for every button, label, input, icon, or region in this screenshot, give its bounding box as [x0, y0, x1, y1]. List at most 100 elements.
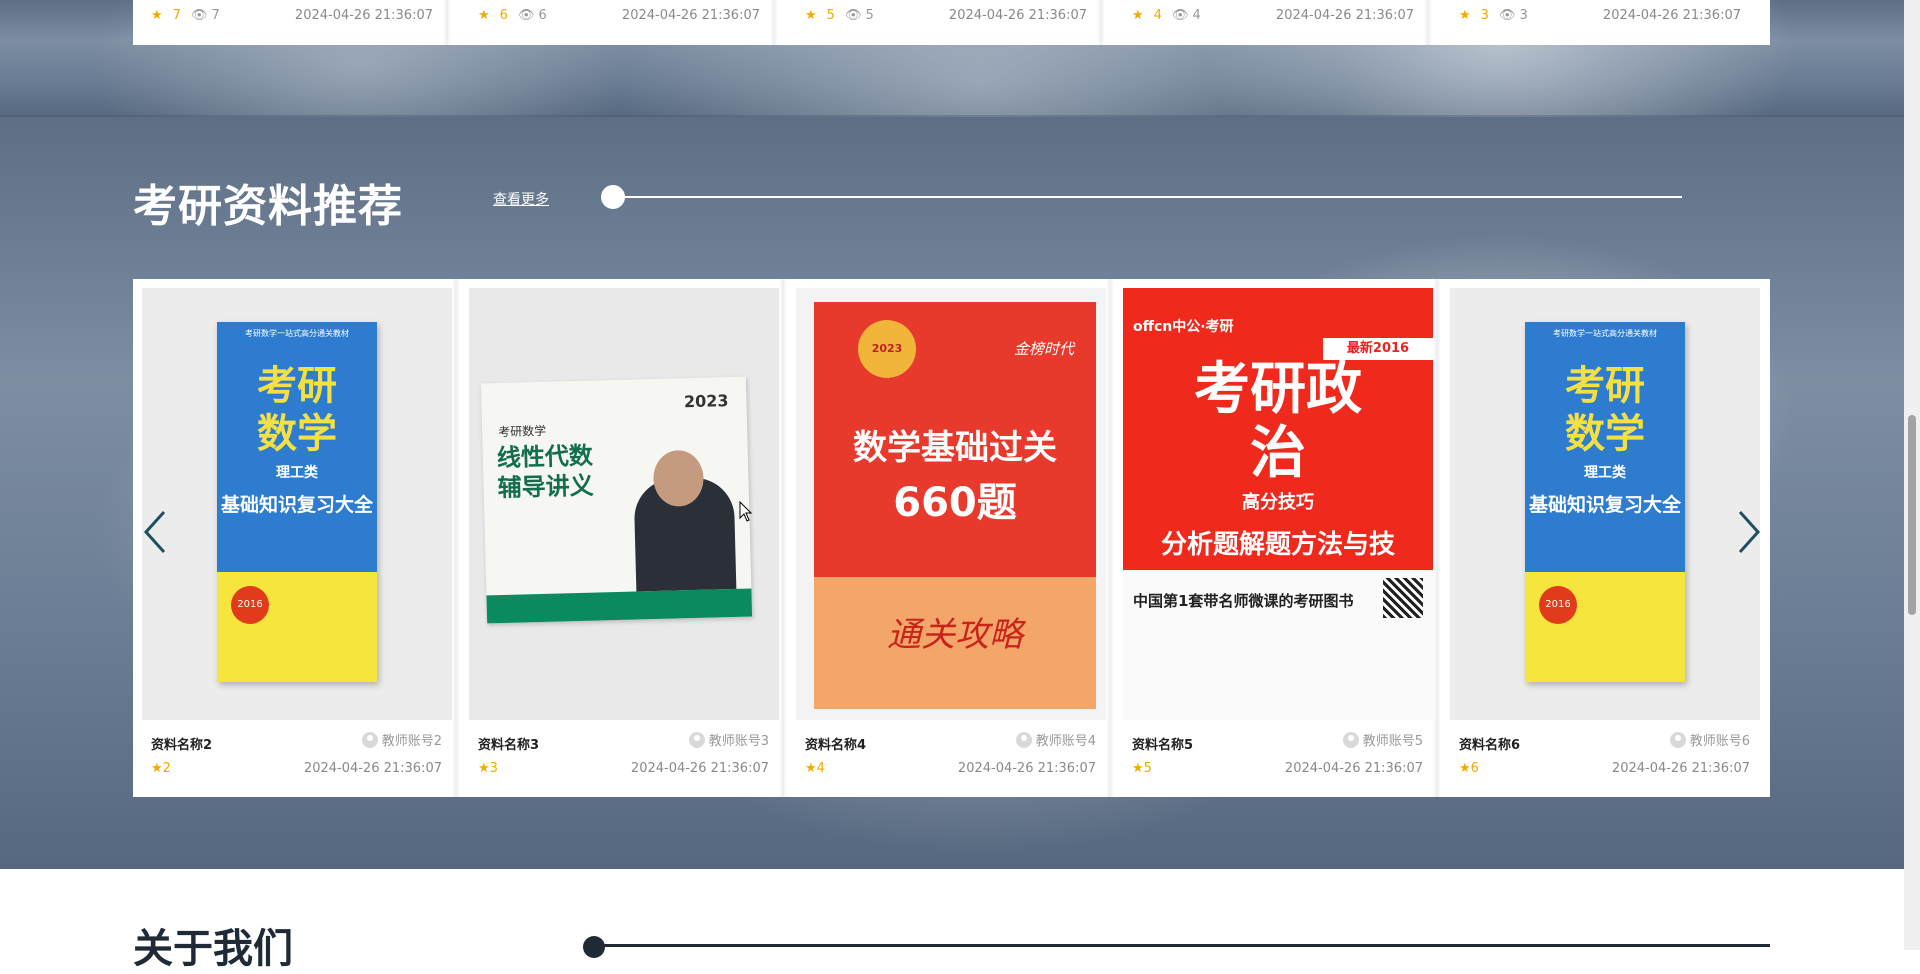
date-text: 2024-04-26 21:36:07	[1611, 761, 1750, 776]
teacher-account-text: 教师账号2	[381, 734, 442, 749]
header-line	[612, 196, 1682, 198]
qr-code-icon	[1383, 578, 1423, 618]
materials-carousel: 考研数学一站式高分通关教材 考研 数学 理工类 基础知识复习大全 2016 资料名…	[133, 279, 1770, 797]
date-text: 2024-04-26 21:36:07	[957, 761, 1096, 776]
date-text: 2024-04-26 21:36:07	[294, 8, 433, 23]
rating: ★3	[478, 761, 498, 776]
cover-text: 660题	[893, 480, 1017, 526]
about-us-dot	[583, 936, 605, 958]
star-icon: ★	[1132, 761, 1144, 776]
cover-text: 数学	[257, 411, 337, 457]
material-card[interactable]: offcn中公·考研 最新2016 考研政治 高分技巧 分析题解题方法与技 中国…	[1123, 288, 1433, 797]
card-separator	[779, 279, 787, 797]
rating-value: 3	[489, 761, 498, 776]
cover-text: 金榜时代	[1013, 340, 1074, 358]
card-separator	[443, 0, 451, 45]
teacher-account-text: 教师账号3	[708, 734, 769, 749]
star-icon: ★	[1459, 8, 1471, 23]
avatar-icon	[1669, 731, 1686, 748]
date-text: 2024-04-26 21:36:07	[621, 8, 760, 23]
material-name[interactable]: 资料名称2	[151, 734, 212, 753]
rating: ★5	[1132, 761, 1152, 776]
scrollbar-thumb[interactable]	[1908, 415, 1916, 615]
cover-text: 线性代数	[496, 441, 594, 473]
star-icon: ★	[1459, 761, 1471, 776]
date-text: 2024-04-26 21:36:07	[303, 761, 442, 776]
material-name[interactable]: 资料名称3	[478, 734, 539, 753]
material-name[interactable]: 资料名称4	[805, 734, 866, 753]
cover-text: 理工类	[276, 465, 318, 481]
rating-value: 4	[1153, 8, 1162, 23]
card-separator	[1097, 0, 1105, 45]
rating-value: 7	[172, 8, 181, 23]
cover-text: 考研数学一站式高分通关教材	[1553, 329, 1657, 338]
material-card[interactable]: 考研数学一站式高分通关教材 考研 数学 理工类 基础知识复习大全 2016 资料名…	[1450, 288, 1760, 797]
views: 👁 4	[1172, 8, 1201, 23]
rating-value: 2	[162, 761, 171, 776]
eye-icon: 👁	[190, 8, 208, 23]
cover-text: 考研政治	[1194, 357, 1362, 486]
rating-value: 6	[499, 8, 508, 23]
star-icon: ★	[478, 8, 490, 23]
top-card[interactable]: ★ 5 👁 5 2024-04-26 21:36:07	[787, 0, 1097, 45]
teacher-account: 教师账号6	[1669, 730, 1750, 749]
views-value: 5	[865, 8, 874, 23]
cover-text: 分析题解题方法与技	[1160, 530, 1395, 560]
eye-icon: 👁	[517, 8, 535, 23]
teacher-account-text: 教师账号6	[1689, 734, 1750, 749]
mouse-cursor-icon	[739, 501, 753, 522]
star-icon: ★	[805, 761, 817, 776]
cover-text: 中国第1套带名师微课的考研图书	[1133, 592, 1354, 610]
teacher-account: 教师账号4	[1015, 730, 1096, 749]
rating-value: 3	[1480, 8, 1489, 23]
date-text: 2024-04-26 21:36:07	[1602, 8, 1741, 23]
rating-value: 6	[1470, 761, 1479, 776]
rating: ★4	[805, 761, 825, 776]
view-more-link[interactable]: 查看更多	[493, 189, 549, 209]
cover-text: 2023	[683, 391, 729, 412]
teacher-account: 教师账号2	[361, 730, 442, 749]
about-us-title: 关于我们	[133, 926, 293, 972]
cover-text: 考研数学	[497, 423, 547, 440]
top-card[interactable]: ★ 7 👁 7 2024-04-26 21:36:07	[133, 0, 443, 45]
material-card[interactable]: 2023 金榜时代 数学基础过关 660题 通关攻略 资料名称4 教师账号4 ★…	[796, 288, 1106, 797]
views-value: 7	[211, 8, 220, 23]
top-card-row: ★ 7 👁 7 2024-04-26 21:36:07 ★ 6 👁 6 2024-04-26…	[133, 0, 1770, 45]
teacher-account: 教师账号3	[688, 730, 769, 749]
chevron-left-icon[interactable]	[142, 510, 168, 561]
material-card[interactable]: 考研数学一站式高分通关教材 考研 数学 理工类 基础知识复习大全 2016 资料名…	[142, 288, 452, 797]
cover-text: 通关攻略	[887, 615, 1023, 655]
material-card[interactable]: 2023 考研数学 线性代数 辅导讲义 资料名称3 教师账号3 ★3 2024-0…	[469, 288, 779, 797]
rating: ★6	[1459, 761, 1479, 776]
rating-value: 5	[826, 8, 835, 23]
cover-text: 辅导讲义	[497, 471, 594, 503]
material-name[interactable]: 资料名称5	[1132, 734, 1193, 753]
card-separator	[1424, 0, 1432, 45]
material-name[interactable]: 资料名称6	[1459, 734, 1520, 753]
cover-text: 数学基础过关	[853, 428, 1057, 468]
star-icon: ★	[478, 761, 490, 776]
cover-text: 考研数学一站式高分通关教材	[245, 329, 349, 338]
book-cover-image[interactable]: 考研数学一站式高分通关教材 考研 数学 理工类 基础知识复习大全 2016	[142, 288, 452, 720]
book-cover-image[interactable]: 2023 金榜时代 数学基础过关 660题 通关攻略	[796, 288, 1106, 720]
date-text: 2024-04-26 21:36:07	[630, 761, 769, 776]
eye-icon: 👁	[1498, 8, 1516, 23]
about-us-line	[595, 944, 1770, 947]
eye-icon: 👁	[1171, 8, 1189, 23]
teacher-account: 教师账号5	[1342, 730, 1423, 749]
chevron-right-icon[interactable]	[1736, 510, 1762, 561]
cover-text: 基础知识复习大全	[220, 494, 373, 516]
section-title: 考研资料推荐	[133, 181, 403, 232]
cover-text: 数学	[1565, 411, 1645, 457]
book-cover-image[interactable]: 考研数学一站式高分通关教材 考研 数学 理工类 基础知识复习大全 2016	[1450, 288, 1760, 720]
top-card[interactable]: ★ 4 👁 4 2024-04-26 21:36:07	[1114, 0, 1424, 45]
page-scrollbar[interactable]	[1904, 0, 1920, 950]
top-card[interactable]: ★ 6 👁 6 2024-04-26 21:36:07	[460, 0, 770, 45]
book-cover-image[interactable]: offcn中公·考研 最新2016 考研政治 高分技巧 分析题解题方法与技 中国…	[1123, 288, 1433, 720]
top-card[interactable]: ★ 3 👁 3 2024-04-26 21:36:07	[1441, 0, 1751, 45]
avatar-icon	[361, 731, 378, 748]
teacher-account-text: 教师账号5	[1362, 734, 1423, 749]
book-cover-image[interactable]: 2023 考研数学 线性代数 辅导讲义	[469, 288, 779, 720]
date-text: 2024-04-26 21:36:07	[1275, 8, 1414, 23]
card-separator	[452, 279, 460, 797]
